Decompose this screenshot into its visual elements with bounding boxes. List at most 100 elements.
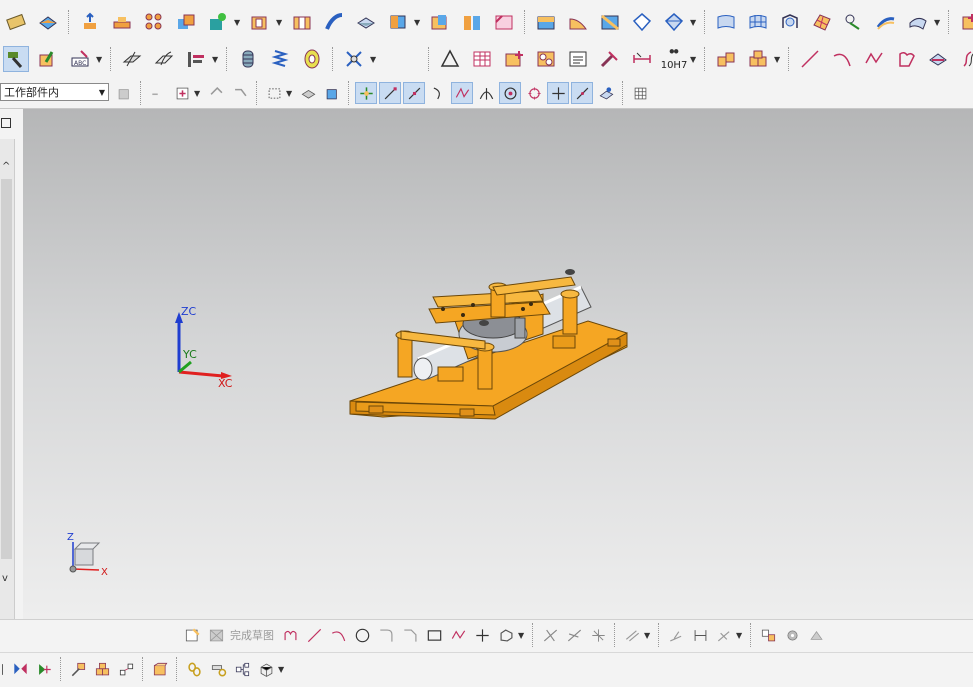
body-select-icon[interactable] xyxy=(229,82,251,104)
sketch-chamfer-icon[interactable] xyxy=(399,624,421,646)
pattern-feature-icon[interactable] xyxy=(141,9,167,35)
blend-face-icon[interactable] xyxy=(565,9,591,35)
curve-mesh-icon[interactable] xyxy=(745,9,771,35)
chamfer-icon[interactable] xyxy=(491,9,517,35)
cylinder-part-icon[interactable] xyxy=(235,46,261,72)
chevron-down-icon[interactable]: ▼ xyxy=(934,18,942,27)
chain-link-icon[interactable] xyxy=(183,658,205,680)
assembly-add-icon[interactable] xyxy=(957,9,973,35)
chevron-down-icon[interactable]: ▼ xyxy=(96,55,104,64)
arc-center-icon[interactable] xyxy=(499,82,521,104)
sketch-line-icon[interactable] xyxy=(303,624,325,646)
sketch-polygon-icon[interactable] xyxy=(495,624,517,646)
component-select-icon[interactable] xyxy=(205,82,227,104)
chevron-down-icon[interactable]: ▼ xyxy=(234,18,242,27)
sketch-rectangle-icon[interactable] xyxy=(423,624,445,646)
profile-icon[interactable] xyxy=(279,624,301,646)
tolerance-fit-button[interactable]: 10H7 xyxy=(661,46,687,72)
edit-feature-icon[interactable] xyxy=(35,46,61,72)
make-corner-icon[interactable] xyxy=(587,624,609,646)
sketch-fillet-icon[interactable] xyxy=(375,624,397,646)
geometric-constraint-icon[interactable] xyxy=(665,624,687,646)
triangle-icon[interactable] xyxy=(437,46,463,72)
hole-icon[interactable] xyxy=(289,9,315,35)
scrollbar-track[interactable]: ^ v xyxy=(0,139,15,619)
section-curve-icon[interactable] xyxy=(925,46,951,72)
offset-curve-icon[interactable] xyxy=(957,46,973,72)
pipe-link-icon[interactable] xyxy=(207,658,229,680)
delete-face-icon[interactable] xyxy=(183,46,209,72)
chevron-down-icon[interactable]: ▼ xyxy=(278,665,286,674)
combine-icon[interactable] xyxy=(173,9,199,35)
array-components-icon[interactable] xyxy=(33,658,55,680)
end-point-icon[interactable] xyxy=(379,82,401,104)
heart-curve-icon[interactable] xyxy=(893,46,919,72)
chevron-down-icon[interactable]: ▼ xyxy=(518,631,526,640)
wave-link-icon[interactable] xyxy=(149,658,171,680)
extract-body-icon[interactable] xyxy=(385,9,411,35)
solid-select-icon[interactable] xyxy=(321,82,343,104)
scrollbar-thumb[interactable] xyxy=(1,179,12,559)
line-icon[interactable] xyxy=(797,46,823,72)
split-body-icon[interactable] xyxy=(459,9,485,35)
selection-scope-dropdown[interactable]: 工作部件内 ▼ xyxy=(0,83,109,101)
n-sided-surface-icon[interactable] xyxy=(809,9,835,35)
select-feature-icon[interactable] xyxy=(147,82,169,104)
shell-icon[interactable] xyxy=(247,9,273,35)
existing-point-icon[interactable] xyxy=(547,82,569,104)
face-blend-icon[interactable] xyxy=(35,9,61,35)
point-on-surface-icon[interactable] xyxy=(595,82,617,104)
chevron-down-icon[interactable]: ▼ xyxy=(690,55,698,64)
rapid-dimension-sketch-icon[interactable] xyxy=(689,624,711,646)
sketch-arc-icon[interactable] xyxy=(327,624,349,646)
sketch-circle-icon[interactable] xyxy=(351,624,373,646)
assembly-filter-icon[interactable] xyxy=(113,82,135,104)
edge-blend-icon[interactable] xyxy=(3,9,29,35)
studio-spline-icon[interactable] xyxy=(861,46,887,72)
exploded-view-icon[interactable] xyxy=(115,658,137,680)
through-curves-icon[interactable] xyxy=(713,9,739,35)
note-icon[interactable] xyxy=(565,46,591,72)
component-group-icon[interactable] xyxy=(91,658,113,680)
offset-face-icon[interactable] xyxy=(77,9,103,35)
box-section-icon[interactable] xyxy=(255,658,277,680)
projected-view-icon[interactable] xyxy=(533,46,559,72)
chevron-down-icon[interactable]: ▼ xyxy=(644,631,652,640)
table-icon[interactable] xyxy=(469,46,495,72)
quick-trim-icon[interactable] xyxy=(539,624,561,646)
rapid-dimension-icon[interactable] xyxy=(629,46,655,72)
chevron-down-icon[interactable]: ▼ xyxy=(736,631,744,640)
boss-icon[interactable] xyxy=(109,9,135,35)
point-on-curve-icon[interactable] xyxy=(571,82,593,104)
ruled-icon[interactable] xyxy=(873,9,899,35)
face-blend-surface-icon[interactable] xyxy=(905,9,931,35)
snap-point-icon[interactable] xyxy=(355,82,377,104)
chevron-down-icon[interactable]: ▼ xyxy=(212,55,220,64)
sketch-settings-icon[interactable] xyxy=(781,624,803,646)
sketch-icon[interactable] xyxy=(181,624,203,646)
add-component-icon[interactable] xyxy=(713,46,739,72)
arc-icon[interactable] xyxy=(829,46,855,72)
thicken-icon[interactable] xyxy=(353,9,379,35)
hammer-icon[interactable] xyxy=(3,46,29,72)
rectangle-select-icon[interactable] xyxy=(263,82,285,104)
swept-surface-icon[interactable] xyxy=(841,9,867,35)
window-restore-icon[interactable] xyxy=(1,118,11,128)
chevron-down-icon[interactable]: ▼ xyxy=(414,18,422,27)
sketch-evaluate-icon[interactable] xyxy=(805,624,827,646)
view-add-icon[interactable] xyxy=(501,46,527,72)
dimension-icon[interactable] xyxy=(597,46,623,72)
assembly-navigator-icon[interactable] xyxy=(1,658,7,680)
intersection-icon[interactable] xyxy=(475,82,497,104)
grid-icon[interactable] xyxy=(629,82,651,104)
mid-point-icon[interactable] xyxy=(403,82,425,104)
chevron-down-icon[interactable]: ▼ xyxy=(276,18,284,27)
finish-sketch-flag-icon[interactable] xyxy=(205,624,227,646)
move-component-icon[interactable] xyxy=(67,658,89,680)
chevron-down-icon[interactable]: ▼ xyxy=(286,89,294,98)
trim-sheet-icon[interactable] xyxy=(629,9,655,35)
move-face-icon[interactable] xyxy=(119,46,145,72)
display-constraints-icon[interactable] xyxy=(713,624,735,646)
spring-icon[interactable] xyxy=(267,46,293,72)
studio-surface-icon[interactable] xyxy=(777,9,803,35)
